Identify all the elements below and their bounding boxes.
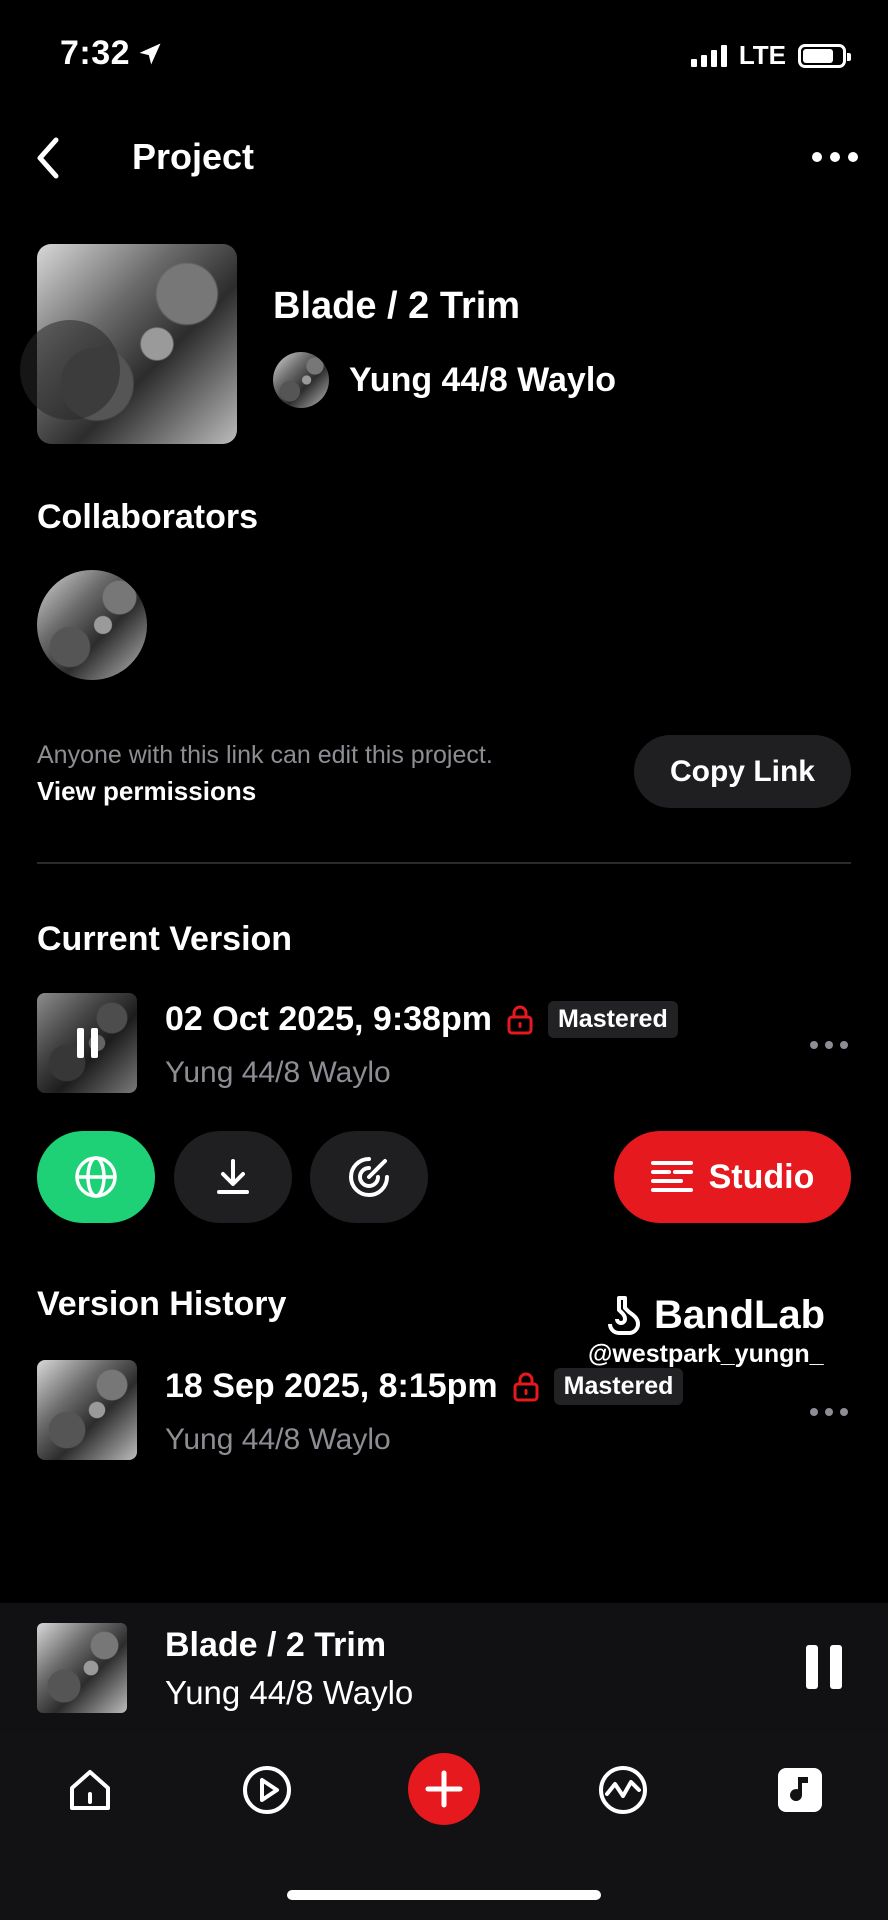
explore-icon — [599, 1766, 647, 1814]
home-indicator — [287, 1890, 601, 1900]
collaborators-heading: Collaborators — [37, 498, 259, 536]
link-permission-note: Anyone with this link can edit this proj… — [37, 741, 493, 769]
current-version-heading: Current Version — [37, 920, 293, 958]
signal-icon — [690, 44, 727, 67]
create-plus-icon — [425, 1770, 463, 1808]
studio-label: Studio — [708, 1157, 815, 1196]
download-button[interactable] — [174, 1131, 292, 1223]
project-title: Blade / 2 Trim — [273, 285, 521, 327]
status-time: 7:32 — [60, 34, 131, 72]
mini-player-artist: Yung 44/8 Waylo — [165, 1674, 414, 1711]
copy-link-button[interactable]: Copy Link — [634, 735, 851, 808]
bandlab-watermark: BandLab — [602, 1293, 825, 1338]
history-version-artist: Yung 44/8 Waylo — [165, 1423, 391, 1456]
mini-player[interactable] — [0, 1603, 888, 1733]
bandlab-brand: BandLab — [654, 1293, 826, 1337]
tab-create[interactable] — [408, 1753, 480, 1825]
owner-avatar — [273, 352, 329, 408]
page-title: Project — [132, 136, 255, 177]
download-icon — [217, 1159, 249, 1194]
owner-name: Yung 44/8 Waylo — [349, 360, 617, 399]
current-version-thumb[interactable] — [37, 993, 137, 1093]
status-indicators: LTE — [690, 40, 851, 71]
location-arrow-icon — [139, 43, 161, 64]
history-version-thumb[interactable] — [37, 1360, 137, 1460]
mini-player-pause-button[interactable] — [806, 1645, 842, 1689]
network-label: LTE — [738, 40, 786, 70]
tab-explore[interactable] — [583, 1755, 663, 1825]
cover-overlay-badge — [20, 320, 120, 420]
back-chevron-icon[interactable] — [28, 130, 68, 186]
section-divider — [37, 862, 851, 864]
mastered-badge: Mastered — [553, 1368, 684, 1405]
mini-player-thumb[interactable] — [37, 1623, 127, 1713]
project-owner[interactable]: Yung 44/8 Waylo — [273, 352, 616, 408]
tab-feed[interactable] — [227, 1755, 307, 1825]
lock-icon — [513, 1372, 539, 1401]
battery-icon — [798, 43, 851, 68]
mastering-button[interactable] — [310, 1131, 428, 1223]
current-version-artist: Yung 44/8 Waylo — [165, 1056, 391, 1089]
tab-library[interactable] — [760, 1755, 840, 1825]
globe-icon — [75, 1156, 117, 1198]
status-time-row: 7:32 — [60, 34, 164, 73]
feed-play-icon — [243, 1766, 291, 1814]
bandlab-logo-icon — [608, 1295, 640, 1335]
current-version-more-button[interactable] — [810, 1041, 848, 1049]
open-studio-button[interactable]: Studio — [614, 1131, 851, 1223]
version-history-heading: Version History — [37, 1285, 287, 1323]
mastering-icon — [349, 1157, 389, 1197]
collaborator-avatar[interactable] — [37, 570, 147, 680]
view-permissions-link[interactable]: View permissions — [37, 776, 256, 807]
mini-player-title: Blade / 2 Trim — [165, 1626, 387, 1664]
library-icon — [778, 1768, 822, 1812]
history-version-meta: 18 Sep 2025, 8:15pm Mastered — [165, 1367, 684, 1406]
studio-tracks-icon — [650, 1161, 693, 1192]
tab-home[interactable] — [50, 1755, 130, 1825]
current-version-meta: 02 Oct 2025, 9:38pm Mastered — [165, 1000, 678, 1039]
lock-icon — [507, 1005, 533, 1034]
watermark-handle: @westpark_yungn_ — [588, 1340, 824, 1368]
home-icon — [70, 1770, 110, 1810]
pause-icon[interactable] — [37, 993, 137, 1093]
more-options-button[interactable] — [812, 152, 858, 162]
history-version-more-button[interactable] — [810, 1408, 848, 1416]
mastered-badge: Mastered — [547, 1001, 678, 1038]
current-version-date: 02 Oct 2025, 9:38pm — [165, 1000, 492, 1038]
publish-button[interactable] — [37, 1131, 155, 1223]
history-version-date: 18 Sep 2025, 8:15pm — [165, 1367, 498, 1405]
